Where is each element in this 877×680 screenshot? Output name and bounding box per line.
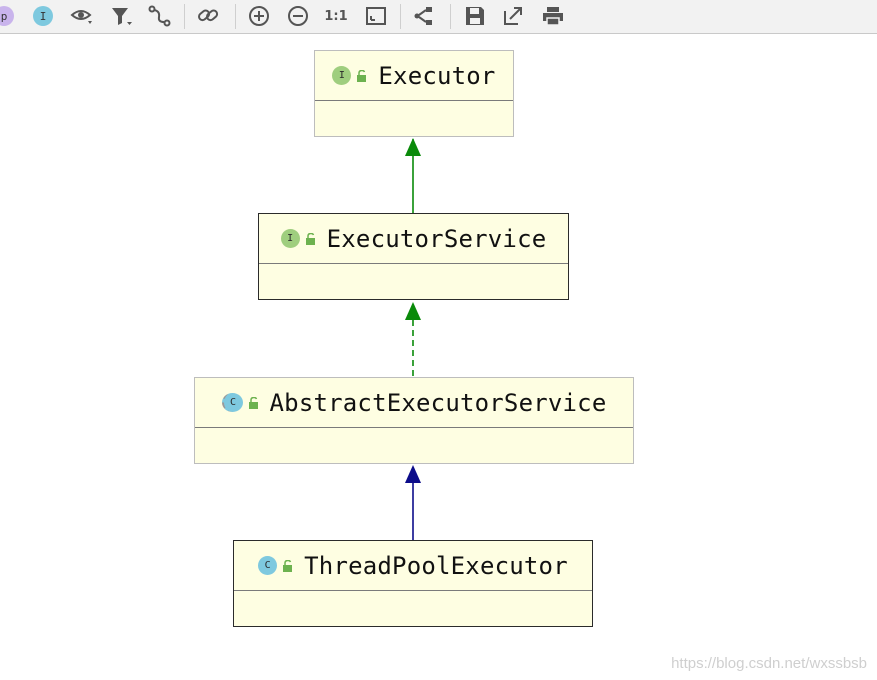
actual-size-label: 1:1 [324,8,348,24]
toolbar-separator [184,4,185,29]
print-icon[interactable] [541,4,565,28]
node-name: ExecutorService [326,224,547,253]
filter-icon[interactable] [110,4,134,28]
kind-glyph: C [230,397,237,408]
public-lock-icon [357,69,367,82]
zoom-out-icon[interactable] [286,4,310,28]
node-header: C ThreadPoolExecutor [234,541,592,591]
arrowhead-executor [405,138,421,156]
toolbar-separator [400,4,401,29]
class-node-executorservice[interactable]: I ExecutorService [258,213,569,300]
toolbar-separator [450,4,451,29]
show-properties-button[interactable]: p [0,4,16,28]
class-diagram-canvas[interactable]: I Executor I ExecutorService C AbstractE… [0,34,877,680]
node-name: Executor [378,61,496,90]
kind-glyph: I [287,233,294,244]
abstract-class-icon: C [221,393,243,412]
properties-badge-label: p [0,9,8,23]
layout-icon[interactable] [412,4,436,28]
public-lock-icon [305,232,315,245]
visibility-eye-icon[interactable] [70,4,94,28]
class-icon: C [258,556,278,575]
actual-size-button[interactable]: 1:1 [324,4,348,28]
zoom-in-icon[interactable] [247,4,271,28]
class-node-threadpoolexecutor[interactable]: C ThreadPoolExecutor [233,540,593,627]
public-lock-icon [248,396,258,409]
public-lock-icon [283,559,293,572]
kind-glyph: C [264,560,271,571]
save-icon[interactable] [463,4,487,28]
node-name: ThreadPoolExecutor [304,551,568,580]
watermark: https://blog.csdn.net/wxssbsb [671,655,867,672]
arrowhead-executorservice [405,302,421,320]
interface-badge-label: I [39,9,47,23]
link-icon[interactable] [197,4,221,28]
class-node-executor[interactable]: I Executor [314,50,514,137]
interface-badge-icon: I [33,6,53,26]
edge-route-icon[interactable] [148,4,172,28]
node-header: I ExecutorService [259,214,568,264]
fit-content-icon[interactable] [364,4,388,28]
node-header: C AbstractExecutorService [195,378,633,428]
toolbar-separator [235,4,236,29]
interface-icon: I [332,66,352,85]
diagram-toolbar: p I 1:1 [0,0,877,34]
interface-icon: I [280,229,300,248]
class-node-abstractexecutorservice[interactable]: C AbstractExecutorService [194,377,634,464]
kind-glyph: I [338,70,345,81]
properties-badge-icon: p [0,6,14,26]
export-icon[interactable] [502,4,526,28]
arrowhead-abstractexecutorservice [405,465,421,483]
node-header: I Executor [315,51,513,101]
show-interfaces-button[interactable]: I [31,4,55,28]
node-name: AbstractExecutorService [269,388,607,417]
